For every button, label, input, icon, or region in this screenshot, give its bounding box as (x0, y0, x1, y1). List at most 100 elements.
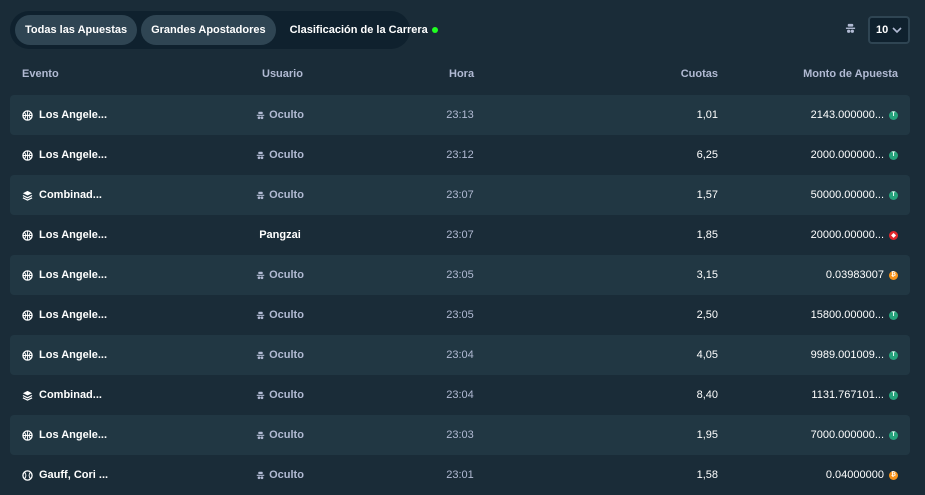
amount-value: 2143.000000... (810, 109, 884, 121)
amount-cell: 0.04000000 ₿ (826, 455, 898, 495)
time-cell: 23:03 (446, 429, 474, 441)
amount-cell: 0.03983007 ₿ (826, 255, 898, 295)
hidden-user-icon (256, 191, 265, 200)
user-name: Oculto (269, 149, 304, 161)
tether-icon: T (889, 150, 898, 160)
table-row[interactable]: Los Angele... Oculto 23:03 1,95 7000.000000.… (10, 415, 910, 455)
page-size-select[interactable]: 10 (868, 16, 910, 44)
hidden-user-icon (256, 471, 265, 480)
event-cell[interactable]: Los Angele... (22, 335, 107, 375)
table-header: Evento Usuario Hora Cuotas Monto de Apue… (10, 62, 910, 86)
bets-tabs: Todas las Apuestas Grandes Apostadores C… (10, 11, 438, 49)
event-cell[interactable]: Combinad... (22, 175, 102, 215)
tether-icon: T (889, 110, 898, 120)
hidden-user-icon (256, 391, 265, 400)
amount-value: 0.04000000 (825, 469, 884, 481)
basketball-icon (22, 149, 33, 161)
hidden-user-icon[interactable] (845, 21, 856, 39)
odds-cell: 1,85 (696, 229, 718, 241)
event-name: Los Angele... (39, 349, 108, 361)
amount-value: 2000.000000... (810, 149, 884, 161)
odds-cell: 1,58 (696, 469, 718, 481)
bitcoin-icon: ₿ (889, 270, 898, 280)
amount-cell: 50000.00000... T (811, 175, 898, 215)
col-odds: Cuotas (680, 68, 718, 80)
event-cell[interactable]: Los Angele... (22, 215, 107, 255)
event-cell[interactable]: Los Angele... (22, 295, 107, 335)
tron-icon: ◆ (889, 230, 898, 240)
hidden-user-icon (256, 351, 265, 360)
odds-cell: 8,40 (696, 389, 718, 401)
tab-all-bets[interactable]: Todas las Apuestas (15, 15, 138, 45)
layers-icon (22, 390, 33, 401)
hidden-user-icon (256, 311, 265, 320)
time-cell: 23:12 (446, 149, 474, 161)
event-cell[interactable]: Los Angele... (22, 255, 107, 295)
tether-icon: T (889, 430, 898, 440)
user-cell: Oculto (210, 415, 350, 455)
time-cell: 23:07 (446, 229, 474, 241)
basketball-icon (22, 429, 33, 441)
event-cell[interactable]: Combinad... (22, 375, 102, 415)
col-user: Usuario (262, 68, 303, 80)
event-name: Combinad... (39, 389, 102, 401)
basketball-icon (22, 109, 33, 121)
table-row[interactable]: Los Angele... Oculto 23:13 1,01 2143.000000.… (10, 95, 910, 135)
col-event: Evento (22, 68, 59, 80)
user-name: Oculto (269, 349, 304, 361)
user-name: Oculto (269, 309, 304, 321)
basketball-icon (22, 229, 33, 241)
user-name: Pangzai (259, 229, 301, 241)
tether-icon: T (889, 350, 898, 360)
page-size-value: 10 (876, 24, 889, 36)
chevron-down-icon (892, 27, 902, 34)
user-cell: Oculto (210, 375, 350, 415)
event-cell[interactable]: Los Angele... (22, 415, 107, 455)
table-row[interactable]: Los Angele... Oculto 23:04 4,05 9989.001009.… (10, 335, 910, 375)
user-cell: Oculto (210, 175, 350, 215)
user-cell[interactable]: Pangzai (210, 215, 350, 255)
bitcoin-icon: ₿ (889, 470, 898, 480)
user-name: Oculto (269, 469, 304, 481)
event-name: Los Angele... (39, 109, 108, 121)
amount-value: 7000.000000... (810, 429, 884, 441)
odds-cell: 1,95 (696, 429, 718, 441)
time-cell: 23:05 (446, 269, 474, 281)
user-name: Oculto (269, 429, 304, 441)
event-cell[interactable]: Los Angele... (22, 95, 107, 135)
table-row[interactable]: Los Angele... Oculto 23:05 2,50 15800.00000.… (10, 295, 910, 335)
amount-cell: 20000.00000... ◆ (811, 215, 898, 255)
event-name: Los Angele... (39, 429, 108, 441)
event-cell[interactable]: Gauff, Cori ... (22, 455, 108, 495)
odds-cell: 1,57 (696, 189, 718, 201)
table-row[interactable]: Los Angele... Pangzai 23:07 1,85 20000.00000… (10, 215, 910, 255)
tether-icon: T (889, 190, 898, 200)
basketball-icon (22, 269, 33, 281)
amount-cell: 7000.000000... T (811, 415, 898, 455)
table-row[interactable]: Los Angele... Oculto 23:12 6,25 2000.000000.… (10, 135, 910, 175)
event-name: Los Angele... (39, 309, 108, 321)
amount-value: 0.03983007 (825, 269, 884, 281)
odds-cell: 2,50 (696, 309, 718, 321)
event-cell[interactable]: Los Angele... (22, 135, 107, 175)
tab-high-rollers[interactable]: Grandes Apostadores (141, 15, 276, 45)
col-time: Hora (449, 68, 475, 80)
table-row[interactable]: Los Angele... Oculto 23:05 3,15 0.03983007 ₿ (10, 255, 910, 295)
tab-race-leaderboard-label: Clasificación de la Carrera (289, 24, 428, 36)
user-name: Oculto (269, 269, 304, 281)
user-cell: Oculto (210, 295, 350, 335)
hidden-user-icon (256, 431, 265, 440)
event-name: Los Angele... (39, 229, 108, 241)
amount-cell: 9989.001009... T (811, 335, 898, 375)
table-row[interactable]: Gauff, Cori ... Oculto 23:01 1,58 0.04000000… (10, 455, 910, 495)
table-controls: 10 (845, 16, 910, 44)
amount-value: 50000.00000... (810, 189, 884, 201)
event-name: Gauff, Cori ... (39, 469, 109, 481)
tab-race-leaderboard[interactable]: Clasificación de la Carrera (280, 15, 448, 45)
table-row[interactable]: Combinad... Oculto 23:04 8,40 1131.767101...… (10, 375, 910, 415)
user-cell: Oculto (210, 455, 350, 495)
amount-cell: 2000.000000... T (811, 135, 898, 175)
table-row[interactable]: Combinad... Oculto 23:07 1,57 50000.00000...… (10, 175, 910, 215)
amount-value: 15800.00000... (810, 309, 884, 321)
tennis-icon (22, 469, 33, 481)
